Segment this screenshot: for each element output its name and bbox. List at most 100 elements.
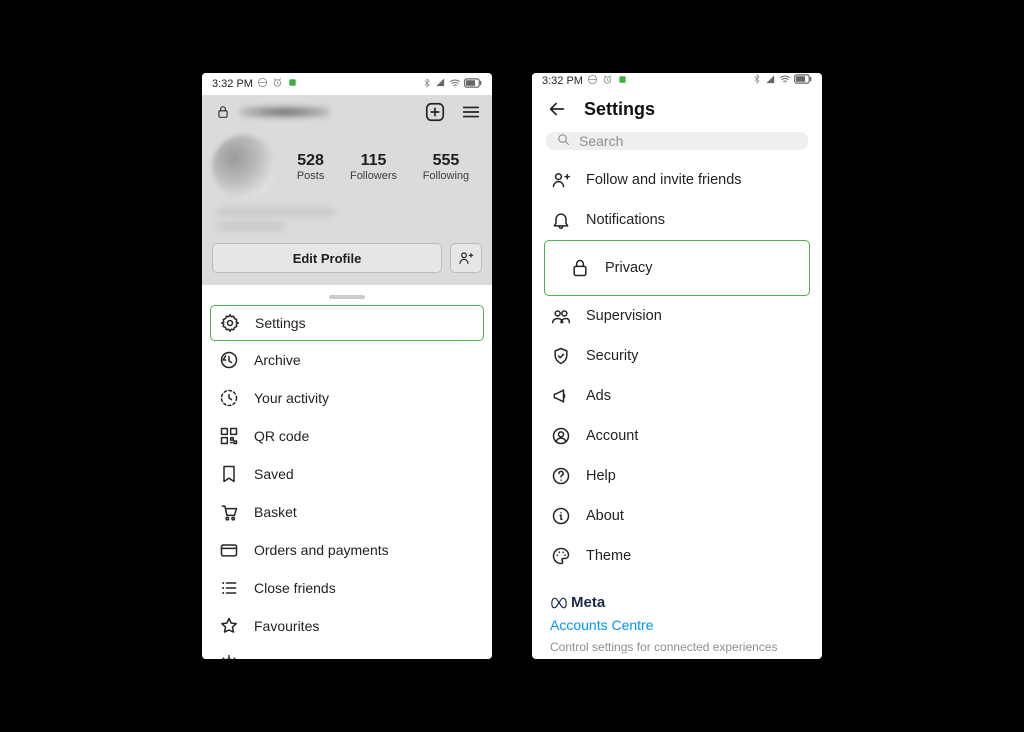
settings-item-label: Notifications [586, 212, 665, 228]
hamburger-menu-icon[interactable] [460, 101, 482, 123]
avatar[interactable] [212, 135, 276, 199]
settings-item-label: Privacy [605, 260, 653, 276]
phone-left-profile: 3:32 PM [202, 73, 492, 659]
menu-item-covid[interactable]: COVID-19 Information Centre [202, 645, 492, 659]
menu-item-label: Close friends [254, 580, 336, 596]
status-time: 3:32 PM [542, 75, 583, 87]
palette-icon [550, 545, 572, 567]
status-battery-icon [464, 78, 482, 91]
activity-icon [218, 387, 240, 409]
discover-people-button[interactable] [450, 243, 482, 273]
people-icon [550, 305, 572, 327]
person-plus-icon [550, 169, 572, 191]
stat-following[interactable]: 555 Following [423, 152, 469, 182]
settings-item-label: Ads [586, 388, 611, 404]
status-wifi-icon [779, 73, 791, 88]
mega-icon [550, 385, 572, 407]
highlight-settings: Settings [210, 305, 484, 341]
bell-icon [550, 209, 572, 231]
settings-header: Settings [532, 88, 822, 128]
settings-item-label: Help [586, 468, 616, 484]
stat-posts[interactable]: 528 Posts [297, 152, 325, 182]
settings-item-ads[interactable]: Ads [532, 376, 822, 416]
status-battery-icon [794, 74, 812, 87]
shield-icon [550, 345, 572, 367]
settings-item-supervision[interactable]: Supervision [532, 296, 822, 336]
menu-item-basket[interactable]: Basket [202, 493, 492, 531]
menu-item-label: QR code [254, 428, 309, 444]
settings-item-notifications[interactable]: Notifications [532, 200, 822, 240]
new-post-icon[interactable] [424, 101, 446, 123]
settings-item-account[interactable]: Account [532, 416, 822, 456]
help-icon [550, 465, 572, 487]
menu-item-fav[interactable]: Favourites [202, 607, 492, 645]
menu-item-label: Saved [254, 466, 294, 482]
settings-item-label: Follow and invite friends [586, 172, 742, 188]
account-icon [550, 425, 572, 447]
menu-item-settings[interactable]: Settings [219, 312, 475, 334]
status-bt-icon [752, 74, 762, 87]
status-alarm-icon [602, 74, 613, 88]
settings-item-label: Account [586, 428, 638, 444]
star-icon [218, 615, 240, 637]
menu-item-label: Basket [254, 504, 297, 520]
search-input[interactable]: Search [546, 132, 808, 150]
cart-icon [218, 501, 240, 523]
status-bar: 3:32 PM [532, 73, 822, 88]
meta-section: Meta Accounts Centre Control settings fo… [532, 580, 822, 659]
options-bottom-sheet: Settings Archive Your activity QR code S… [202, 285, 492, 659]
menu-item-archive[interactable]: Archive [202, 341, 492, 379]
settings-item-follow[interactable]: Follow and invite friends [532, 160, 822, 200]
sheet-grabber[interactable] [329, 295, 365, 299]
settings-item-privacy[interactable]: Privacy [551, 248, 803, 288]
menu-item-orders[interactable]: Orders and payments [202, 531, 492, 569]
settings-item-theme[interactable]: Theme [532, 536, 822, 576]
settings-item-label: Theme [586, 548, 631, 564]
settings-item-about[interactable]: About [532, 496, 822, 536]
lock-icon [569, 257, 591, 279]
status-wifi-icon [449, 77, 461, 92]
status-alarm-icon [272, 77, 283, 91]
menu-item-activity[interactable]: Your activity [202, 379, 492, 417]
covid-icon [218, 653, 240, 659]
gear-icon [219, 312, 241, 334]
info-icon [550, 505, 572, 527]
search-placeholder: Search [579, 133, 623, 149]
stat-followers[interactable]: 115 Followers [350, 152, 397, 182]
meta-description: Control settings for connected experienc… [550, 639, 804, 659]
status-app-icon [287, 77, 298, 91]
qr-icon [218, 425, 240, 447]
settings-item-label: About [586, 508, 624, 524]
lock-icon [212, 101, 234, 123]
settings-item-label: Supervision [586, 308, 662, 324]
highlight-privacy: Privacy [544, 240, 810, 296]
edit-profile-button[interactable]: Edit Profile [212, 243, 442, 273]
status-dnd-icon [257, 77, 268, 91]
settings-item-security[interactable]: Security [532, 336, 822, 376]
menu-item-label: Settings [255, 315, 306, 331]
status-bar: 3:32 PM [202, 73, 492, 95]
menu-item-label: Favourites [254, 618, 319, 634]
profile-area-dimmed: 528 Posts 115 Followers 555 Following Ed… [202, 95, 492, 285]
menu-item-label: Archive [254, 352, 301, 368]
archive-icon [218, 349, 240, 371]
edit-profile-label: Edit Profile [293, 251, 362, 266]
phone-right-settings: 3:32 PM Settings Search [532, 73, 822, 659]
menu-item-saved[interactable]: Saved [202, 455, 492, 493]
bio-blurred-2 [216, 221, 286, 231]
status-app-icon [617, 74, 628, 88]
settings-item-label: Security [586, 348, 638, 364]
menu-item-label: Orders and payments [254, 542, 389, 558]
menu-item-label: Your activity [254, 390, 329, 406]
accounts-centre-link[interactable]: Accounts Centre [550, 617, 804, 633]
menu-item-qr[interactable]: QR code [202, 417, 492, 455]
list-icon [218, 577, 240, 599]
settings-item-help[interactable]: Help [532, 456, 822, 496]
bookmark-icon [218, 463, 240, 485]
menu-item-close[interactable]: Close friends [202, 569, 492, 607]
bio-blurred [216, 207, 336, 217]
page-title: Settings [584, 99, 655, 120]
status-dnd-icon [587, 74, 598, 88]
menu-item-label: COVID-19 Information Centre [254, 656, 438, 659]
back-arrow-icon[interactable] [546, 98, 568, 120]
